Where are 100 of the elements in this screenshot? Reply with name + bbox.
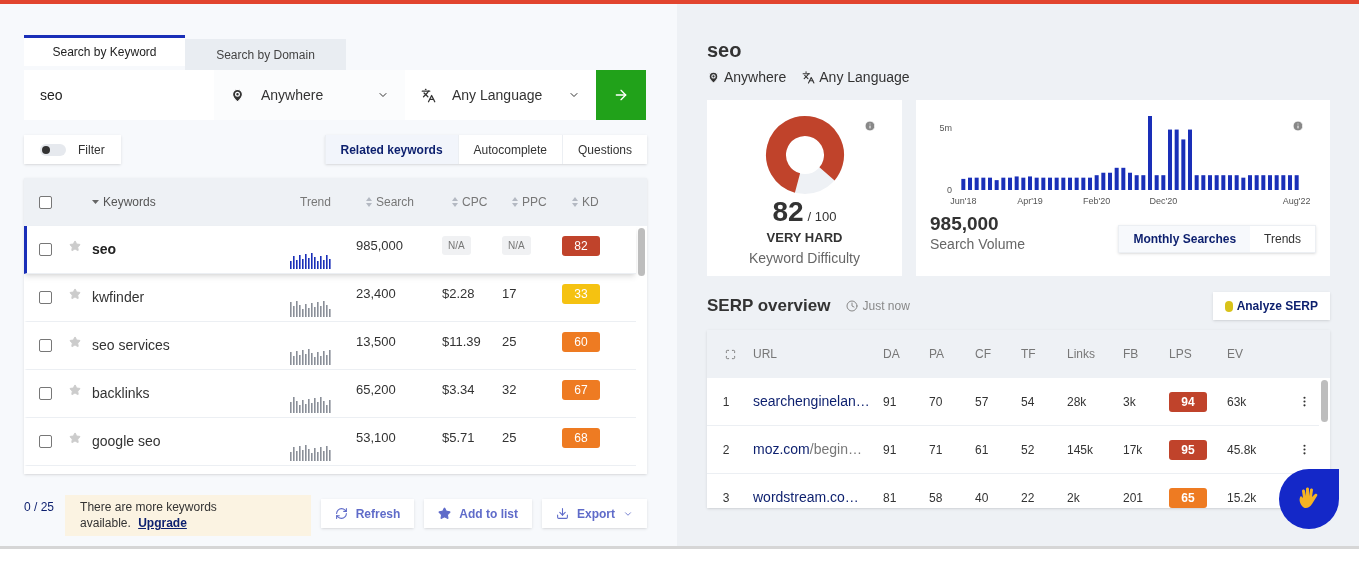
- bar: [974, 177, 979, 190]
- location-icon: [230, 87, 245, 103]
- column-header[interactable]: Search: [376, 193, 415, 211]
- rank-number: 1: [721, 393, 731, 411]
- language-icon: [802, 71, 816, 84]
- star-icon[interactable]: [69, 431, 81, 444]
- row-checkbox[interactable]: [39, 387, 52, 400]
- clock-icon: [846, 300, 859, 312]
- column-header[interactable]: Keywords: [103, 193, 156, 211]
- mode-tab[interactable]: Questions: [561, 135, 647, 164]
- bar: [1028, 176, 1032, 190]
- metric-value: 17k: [1123, 441, 1144, 459]
- sort-icon: [366, 197, 372, 207]
- bar: [1168, 129, 1172, 190]
- expand-icon[interactable]: [724, 348, 736, 360]
- bar: [994, 180, 999, 190]
- keyword-row[interactable]: seo 985,000 N/A N/A 82: [24, 226, 636, 274]
- search-tab[interactable]: Search by Domain: [185, 39, 346, 70]
- action-button[interactable]: Add to list: [424, 499, 532, 528]
- upgrade-link[interactable]: Upgrade: [138, 516, 187, 530]
- location-dropdown[interactable]: Anywhere: [214, 70, 405, 120]
- result-url[interactable]: searchenginelan…: [753, 391, 883, 412]
- result-url[interactable]: wordstream.co…: [753, 487, 883, 508]
- keyword-text[interactable]: kwfinder: [92, 274, 290, 321]
- bar: [1128, 172, 1132, 190]
- action-button[interactable]: Export: [542, 499, 647, 528]
- serp-title: SERP overview: [707, 295, 831, 318]
- star-icon[interactable]: [69, 335, 81, 348]
- keyword-text[interactable]: google seo: [92, 418, 290, 465]
- star-icon[interactable]: [69, 239, 81, 252]
- kd-badge: 67: [562, 379, 600, 400]
- analyze-serp-button[interactable]: Analyze SERP: [1212, 292, 1330, 320]
- keyword-row[interactable]: backlinks 65,200 $3.34 32 67: [24, 370, 636, 418]
- toggle-switch[interactable]: [40, 143, 66, 156]
- result-url[interactable]: moz.com/begin…: [753, 439, 883, 460]
- bar: [1134, 175, 1139, 190]
- keyword-text[interactable]: seo: [92, 226, 290, 273]
- keyword-input[interactable]: seo: [24, 70, 214, 120]
- bar: [1228, 175, 1232, 190]
- metric-value: 91: [883, 441, 898, 459]
- bar: [1261, 175, 1266, 190]
- difficulty-score: 82: [772, 196, 804, 228]
- bar: [1241, 177, 1246, 190]
- bar: [1108, 172, 1112, 190]
- kd-badge: 82: [562, 235, 600, 256]
- volume-tab[interactable]: Monthly Searches: [1119, 226, 1251, 252]
- keyword-text[interactable]: backlinks: [92, 370, 290, 417]
- bar: [1248, 175, 1252, 190]
- select-all-checkbox[interactable]: [39, 195, 52, 209]
- info-icon[interactable]: [864, 120, 876, 132]
- chat-button[interactable]: [1279, 469, 1339, 529]
- keyword-row[interactable]: kwfinder 23,400 $2.28 17 33: [24, 274, 636, 322]
- action-button[interactable]: Refresh: [320, 499, 415, 528]
- column-header[interactable]: PPC: [522, 193, 547, 211]
- star-icon: [438, 507, 452, 520]
- column-header[interactable]: CPC: [462, 193, 488, 211]
- search-volume: 13,500: [356, 332, 396, 351]
- bar: [1274, 175, 1279, 190]
- cpc-value: $5.71: [442, 428, 475, 447]
- bar: [1088, 177, 1092, 190]
- bar: [1294, 175, 1299, 190]
- mode-tab[interactable]: Autocomplete: [457, 135, 562, 164]
- bar: [1161, 175, 1166, 190]
- ppc-value: 17: [502, 284, 517, 303]
- trend-sparkline: [290, 251, 332, 269]
- bar: [1048, 177, 1052, 190]
- row-checkbox[interactable]: [39, 339, 52, 352]
- metric-value: 58: [929, 489, 944, 507]
- bar: [1054, 177, 1059, 190]
- row-checkbox[interactable]: [39, 243, 52, 256]
- keyword-text[interactable]: seo services: [92, 322, 290, 369]
- bar: [1008, 177, 1012, 190]
- keyword-row[interactable]: google seo 53,100 $5.71 25 68: [24, 418, 636, 466]
- metric-value: 70: [929, 393, 944, 411]
- ev-value: 63k: [1227, 393, 1248, 411]
- column-header[interactable]: KD: [582, 193, 599, 211]
- metric-value: 22: [1021, 489, 1036, 507]
- ev-value: 15.2k: [1227, 489, 1258, 507]
- star-icon[interactable]: [69, 287, 81, 300]
- bar: [1141, 175, 1146, 190]
- metric-value: 54: [1021, 393, 1036, 411]
- lps-badge: 65: [1169, 487, 1207, 508]
- row-checkbox[interactable]: [39, 435, 52, 448]
- column-header: CF: [975, 346, 992, 363]
- bar: [1074, 177, 1079, 190]
- location-text: Anywhere: [724, 68, 787, 87]
- star-icon[interactable]: [69, 383, 81, 396]
- metric-value: 57: [975, 393, 990, 411]
- filter-toggle[interactable]: Filter: [24, 135, 121, 164]
- language-dropdown[interactable]: Any Language: [405, 70, 596, 120]
- keyword-row[interactable]: seo services 13,500 $11.39 25 60: [24, 322, 636, 370]
- search-tab[interactable]: Search by Keyword: [24, 35, 185, 66]
- mode-tab[interactable]: Related keywords: [324, 135, 458, 164]
- volume-tab[interactable]: Trends: [1250, 226, 1315, 252]
- x-tick-label: Apr'19: [1017, 196, 1043, 206]
- bar: [1154, 175, 1159, 190]
- bar: [1121, 167, 1126, 190]
- cpc-value: $2.28: [442, 284, 475, 303]
- row-checkbox[interactable]: [39, 291, 52, 304]
- info-icon[interactable]: [1292, 120, 1304, 132]
